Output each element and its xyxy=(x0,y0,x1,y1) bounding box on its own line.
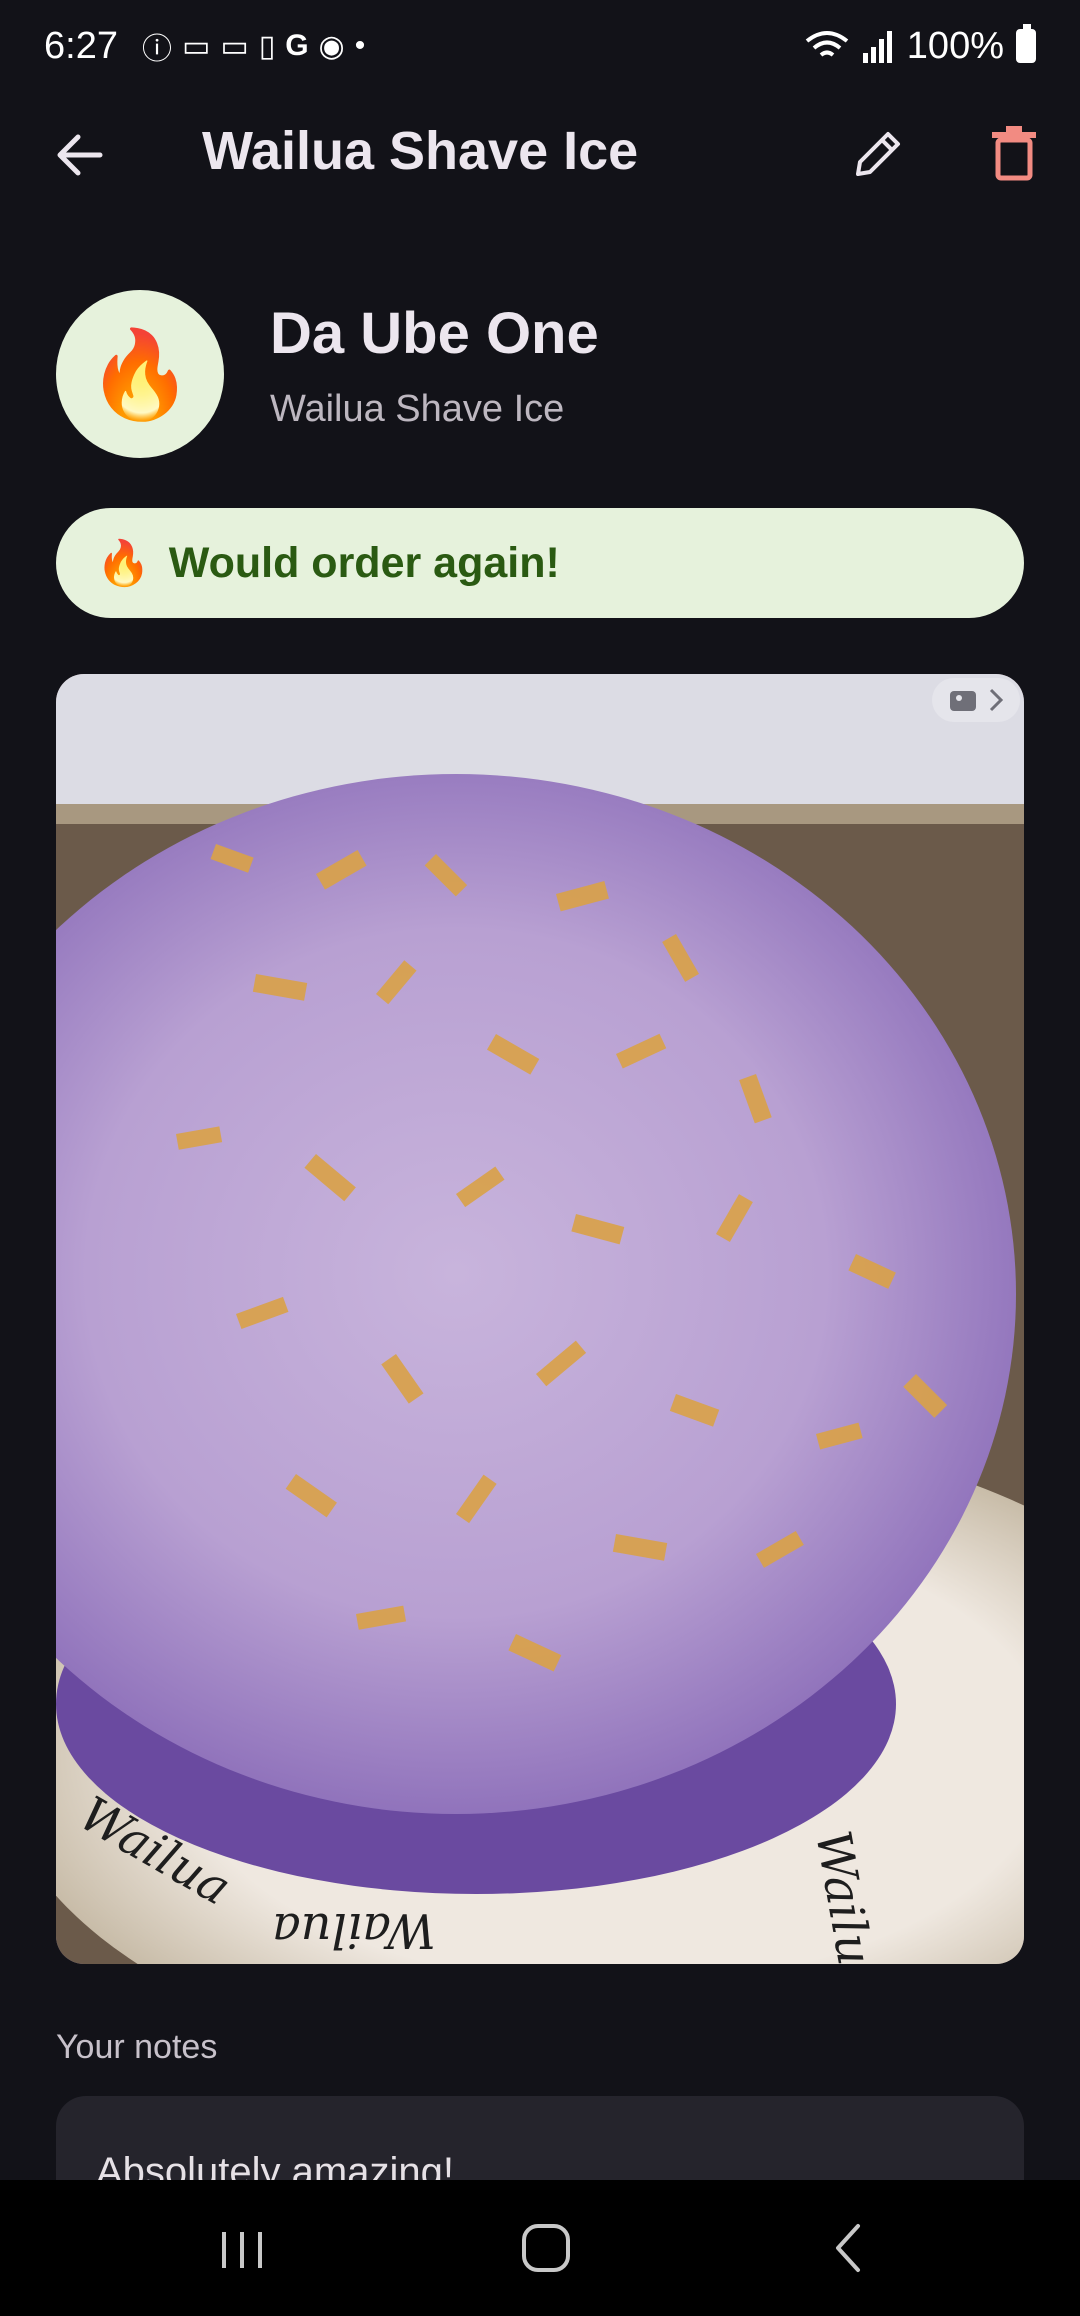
status-bar: 6:27 ⓘ ▭ ▭ ▯ G ◉ • 100% xyxy=(0,0,1080,92)
messages-icon: ◉ xyxy=(318,29,345,63)
battery-percent: 100% xyxy=(906,24,1004,67)
status-time: 6:27 xyxy=(44,24,118,67)
verdict-text: Would order again! xyxy=(168,538,560,587)
voicemail-icon: ▭ xyxy=(220,29,249,63)
photo-badge[interactable] xyxy=(932,678,1020,722)
item-place: Wailua Shave Ice xyxy=(270,388,565,430)
battery-icon xyxy=(1016,24,1036,63)
back-icon xyxy=(836,2224,860,2272)
phone-icon: ▯ xyxy=(258,29,276,63)
voicemail-icon: ▭ xyxy=(181,29,211,63)
google-icon: G xyxy=(285,29,309,62)
item-name: Da Ube One xyxy=(270,301,599,366)
edit-button[interactable] xyxy=(846,122,910,186)
svg-text:Wailua: Wailua xyxy=(272,1902,436,1958)
page-title: Wailua Shave Ice xyxy=(202,121,639,181)
photo-icon xyxy=(950,691,976,711)
pencil-icon xyxy=(856,132,900,176)
avatar: 🔥 xyxy=(56,290,224,458)
system-nav-bar xyxy=(0,2180,1080,2316)
trash-icon xyxy=(992,126,1036,181)
back-button[interactable] xyxy=(50,125,110,185)
nav-back-button[interactable] xyxy=(822,2220,878,2276)
status-right: 100% xyxy=(805,24,1036,68)
photo-image: Wailua Wailua Wailua xyxy=(56,674,1024,1964)
verdict-chip: 🔥 Would order again! xyxy=(56,508,1024,618)
app-bar: Wailua Shave Ice xyxy=(0,100,1080,210)
delete-button[interactable] xyxy=(982,122,1046,186)
notes-label: Your notes xyxy=(56,2028,218,2066)
arrow-left-icon xyxy=(57,134,103,176)
home-icon xyxy=(522,2224,570,2272)
dot-icon: • xyxy=(354,29,366,62)
recents-button[interactable] xyxy=(218,2224,268,2274)
chevron-right-icon xyxy=(989,688,1004,712)
home-button[interactable] xyxy=(518,2220,574,2276)
signal-icon xyxy=(862,31,892,63)
status-notification-icons: ⓘ ▭ ▭ ▯ G ◉ • xyxy=(142,24,365,68)
item-header: 🔥 Da Ube One Wailua Shave Ice xyxy=(56,290,1024,458)
fire-emoji-icon: 🔥 xyxy=(96,539,151,588)
item-photo[interactable]: Wailua Wailua Wailua xyxy=(56,674,1024,1964)
fire-emoji-icon: 🔥 xyxy=(86,326,194,423)
wifi-icon xyxy=(805,31,849,57)
info-icon: ⓘ xyxy=(141,33,172,66)
recents-icon xyxy=(222,2232,262,2268)
status-left: 6:27 ⓘ ▭ ▭ ▯ G ◉ • xyxy=(44,24,365,68)
